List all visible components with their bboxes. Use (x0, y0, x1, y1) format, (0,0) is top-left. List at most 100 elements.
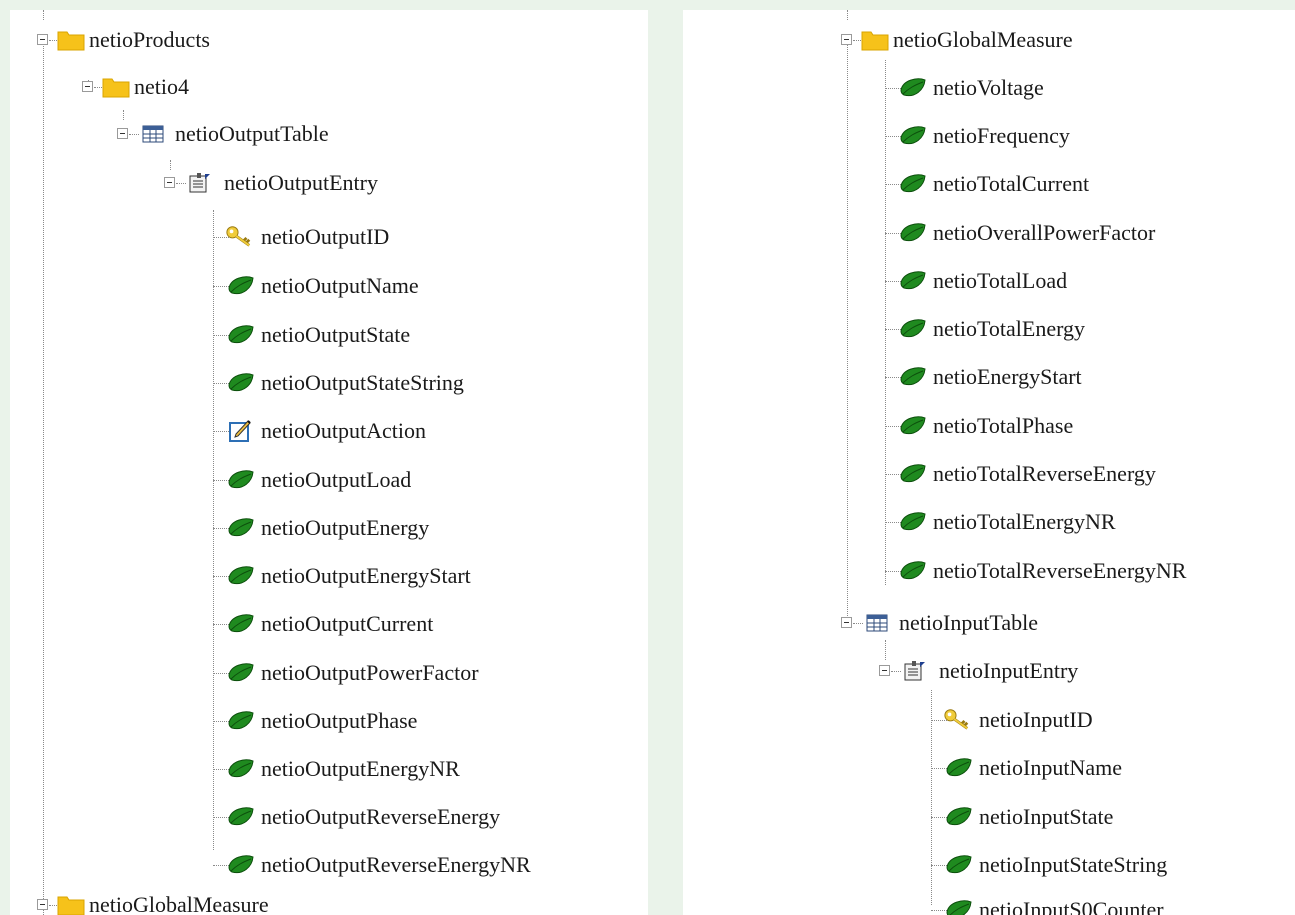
tree-node-netioInputName[interactable]: netioInputName (931, 748, 1122, 788)
leaf-icon (899, 220, 927, 246)
folder-icon (57, 892, 85, 915)
tree-node-netioOutputReverseEnergyNR[interactable]: netioOutputReverseEnergyNR (213, 845, 531, 885)
leaf-icon (227, 852, 255, 878)
leaf-icon (899, 75, 927, 101)
tree-node-label: netioOutputCurrent (261, 611, 434, 636)
tree-node-netioOutputEnergyNR[interactable]: netioOutputEnergyNR (213, 749, 460, 789)
tree-node-netioOutputTable[interactable]: netioOutputTable (117, 114, 329, 154)
leaf-icon (227, 804, 255, 830)
tree-node-netioInputStateString[interactable]: netioInputStateString (931, 845, 1167, 885)
tree-node-netioOutputReverseEnergy[interactable]: netioOutputReverseEnergy (213, 797, 500, 837)
leaf-icon (227, 563, 255, 589)
leaf-icon (227, 756, 255, 782)
leaf-icon (899, 558, 927, 584)
tree-node-label: netioOutputID (261, 224, 390, 249)
tree-node-label: netioTotalEnergyNR (933, 509, 1116, 534)
tree-node-label: netioOutputTable (175, 121, 329, 146)
tree-node-netio4[interactable]: netio4 (82, 67, 189, 107)
tree-node-label: netioOutputLoad (261, 467, 412, 492)
leaf-icon (899, 461, 927, 487)
collapse-toggle[interactable] (117, 128, 128, 139)
tree-node-label: netioInputStateString (979, 852, 1168, 877)
tree-node-netioInputID[interactable]: netioInputID (931, 700, 1093, 740)
collapse-toggle[interactable] (841, 617, 852, 628)
tree-node-netioInputS0Counter[interactable]: netioInputS0Counter (931, 890, 1164, 915)
tree-node-netioOutputName[interactable]: netioOutputName (213, 266, 419, 306)
tree-node-netioOutputEnergyStart[interactable]: netioOutputEnergyStart (213, 556, 471, 596)
tree-node-netioTotalEnergy[interactable]: netioTotalEnergy (885, 309, 1085, 349)
tree-node-netioProducts[interactable]: netioProducts (37, 20, 210, 60)
tree-node-label: netioInputTable (899, 610, 1038, 635)
tree-node-netioOutputEntry[interactable]: netioOutputEntry (164, 163, 378, 203)
leaf-icon (899, 413, 927, 439)
tree-node-netioOutputPhase[interactable]: netioOutputPhase (213, 701, 417, 741)
tree-node-netioOutputID[interactable]: netioOutputID (213, 217, 389, 257)
tree-node-netioTotalCurrent[interactable]: netioTotalCurrent (885, 164, 1089, 204)
tree-node-netioOutputStateString[interactable]: netioOutputStateString (213, 363, 464, 403)
tree-node-label: netioTotalReverseEnergy (933, 461, 1156, 486)
tree-node-netioEnergyStart[interactable]: netioEnergyStart (885, 357, 1082, 397)
tree-node-netioInputTable[interactable]: netioInputTable (841, 603, 1038, 643)
tree-node-netioInputEntry[interactable]: netioInputEntry (879, 651, 1078, 691)
tree-node-label: netioInputName (979, 755, 1122, 780)
tree-node-netioOutputPowerFactor[interactable]: netioOutputPowerFactor (213, 653, 479, 693)
collapse-toggle[interactable] (164, 177, 175, 188)
collapse-toggle[interactable] (879, 665, 890, 676)
leaf-icon (899, 316, 927, 342)
leaf-icon (945, 897, 973, 915)
tree-node-netioTotalReverseEnergy[interactable]: netioTotalReverseEnergy (885, 454, 1156, 494)
folder-icon (57, 27, 85, 53)
entry-icon (901, 658, 929, 684)
leaf-icon (899, 268, 927, 294)
leaf-icon (227, 515, 255, 541)
tree-node-netioInputState[interactable]: netioInputState (931, 797, 1113, 837)
tree-node-netioTotalPhase[interactable]: netioTotalPhase (885, 406, 1073, 446)
tree-node-netioGlobalMeasure[interactable]: netioGlobalMeasure (841, 20, 1073, 60)
tree-connector (847, 10, 848, 20)
tree-node-netioOutputCurrent[interactable]: netioOutputCurrent (213, 604, 433, 644)
tree-node-label: netioOutputName (261, 273, 419, 298)
tree-node-label: netioOutputEntry (224, 170, 378, 195)
tree-node-label: netioTotalReverseEnergyNR (933, 558, 1187, 583)
tree-node-netioFrequency[interactable]: netioFrequency (885, 116, 1070, 156)
folder-icon (861, 27, 889, 53)
tree-node-netioGlobalMeasure[interactable]: netioGlobalMeasure (37, 885, 269, 915)
tree-node-label: netioOutputReverseEnergyNR (261, 852, 531, 877)
tree-node-label: netioOutputEnergyStart (261, 563, 471, 588)
tree-node-label: netioGlobalMeasure (89, 892, 269, 915)
left-tree-panel: netioProducts netio4 netioOutputTable ne… (10, 10, 648, 915)
collapse-toggle[interactable] (841, 34, 852, 45)
tree-node-label: netioOutputEnergy (261, 515, 430, 540)
leaf-icon (945, 852, 973, 878)
tree-node-label: netioTotalLoad (933, 268, 1068, 293)
tree-node-label: netioOverallPowerFactor (933, 220, 1156, 245)
key-icon (225, 224, 253, 250)
tree-node-netioOutputEnergy[interactable]: netioOutputEnergy (213, 508, 429, 548)
key-icon (943, 707, 971, 733)
tree-node-label: netioInputS0Counter (979, 897, 1164, 915)
tree-node-netioOutputLoad[interactable]: netioOutputLoad (213, 460, 411, 500)
tree-node-label: netioOutputEnergyNR (261, 756, 460, 781)
table-icon (139, 121, 167, 147)
tree-node-netioVoltage[interactable]: netioVoltage (885, 68, 1044, 108)
collapse-toggle[interactable] (37, 34, 48, 45)
tree-node-label: netioTotalEnergy (933, 316, 1086, 341)
tree-node-netioTotalLoad[interactable]: netioTotalLoad (885, 261, 1067, 301)
leaf-icon (227, 467, 255, 493)
tree-node-label: netioOutputAction (261, 418, 426, 443)
tree-node-netioOutputState[interactable]: netioOutputState (213, 315, 410, 355)
writable-icon (227, 418, 255, 444)
tree-node-label: netioOutputPhase (261, 708, 418, 733)
tree-node-netioOutputAction[interactable]: netioOutputAction (213, 411, 426, 451)
tree-node-label: netioOutputReverseEnergy (261, 804, 501, 829)
collapse-toggle[interactable] (37, 899, 48, 910)
collapse-toggle[interactable] (82, 81, 93, 92)
tree-node-netioTotalReverseEnergyNR[interactable]: netioTotalReverseEnergyNR (885, 551, 1186, 591)
tree-node-netioOverallPowerFactor[interactable]: netioOverallPowerFactor (885, 213, 1155, 253)
tree-node-netioTotalEnergyNR[interactable]: netioTotalEnergyNR (885, 502, 1116, 542)
tree-connector (43, 10, 44, 20)
leaf-icon (945, 755, 973, 781)
leaf-icon (227, 611, 255, 637)
leaf-icon (899, 171, 927, 197)
tree-node-label: netioVoltage (933, 75, 1044, 100)
